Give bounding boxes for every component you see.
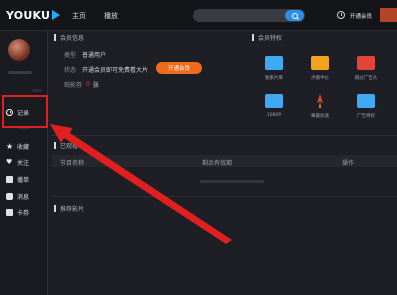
section-title-text: 已观看	[60, 143, 79, 150]
user-avatar-small[interactable]	[380, 8, 397, 22]
youku-logo[interactable]: YOUKU	[6, 8, 61, 22]
privilege-label: 跳过广告头	[354, 76, 378, 81]
watched-table-header: 节目名称 剩余有效期 操作	[52, 155, 397, 167]
search-icon	[291, 12, 298, 19]
sidebar-item-playlist[interactable]: 播单	[6, 174, 29, 184]
privileges-title: 会员特权	[252, 33, 282, 42]
privilege-label: 点播半价	[311, 76, 329, 81]
privilege-label: 广告特权	[357, 114, 375, 119]
sidebar-item-label: 收藏	[17, 143, 30, 151]
nav-home[interactable]: 主页	[72, 11, 86, 21]
column-header: 操作	[342, 160, 355, 167]
section-title-text: 推荐影片	[60, 206, 85, 213]
privilege-1080p[interactable]: 1080P	[254, 94, 294, 118]
search-input[interactable]	[193, 9, 305, 22]
privilege-skip-ad[interactable]: 跳过广告头	[346, 56, 386, 81]
coupon-row: 观影券 0 张	[64, 80, 99, 89]
sidebar-item-coupons[interactable]: 卡券	[6, 207, 29, 217]
table-row	[200, 180, 264, 183]
coupon-unit: 张	[92, 82, 99, 89]
privileges-panel: 会员特权 独家片库 点播半价 跳过广告头 1080P 專屬加速 广告特权	[250, 31, 397, 131]
sidebar-item-label: 消息	[17, 193, 30, 201]
section-title-text: 会员特权	[258, 35, 283, 42]
section-bar	[54, 205, 56, 212]
vip-clock-icon[interactable]	[337, 11, 345, 19]
privilege-ad[interactable]: 广告特权	[346, 94, 386, 119]
coupon-key: 观影券	[64, 82, 83, 89]
sidebar-item-label: 播单	[17, 176, 30, 184]
sidebar-item-favorites[interactable]: ★ 收藏	[6, 141, 29, 151]
section-bar	[54, 142, 56, 149]
member-info-title: 会员信息	[54, 33, 84, 42]
section-bar	[54, 34, 56, 41]
rocket-icon	[317, 94, 323, 108]
recommend-title: 推荐影片	[54, 204, 84, 213]
open-vip-button[interactable]: 开通会员	[156, 62, 202, 74]
member-info-panel: 会员信息 类型 普通用户 状态 开通会员即可免费看大片 开通会员 观影券 0 张	[52, 31, 248, 131]
logo-play-icon	[52, 10, 61, 20]
ad-icon	[357, 94, 375, 108]
privilege-acceleration[interactable]: 專屬加速	[300, 94, 340, 119]
divider	[52, 196, 397, 197]
divider	[52, 135, 397, 136]
sidebar-item-messages[interactable]: 消息	[6, 191, 29, 201]
sidebar-item-following[interactable]: ♥ 关注	[6, 157, 29, 167]
playlist-icon	[6, 175, 13, 183]
skip-ad-icon	[357, 56, 375, 70]
privilege-label: 1080P	[266, 113, 282, 118]
section-title-text: 会员信息	[60, 35, 85, 42]
member-status-value: 开通会员即可免费看大片	[82, 67, 149, 74]
member-type-key: 类型	[64, 52, 77, 59]
member-type-row: 类型 普通用户	[64, 50, 106, 59]
column-header: 节目名称	[60, 160, 85, 167]
hd-1080p-icon	[265, 94, 283, 108]
open-vip-link[interactable]: 开通会员	[350, 12, 372, 20]
privilege-film-library[interactable]: 独家片库	[254, 56, 294, 81]
top-bar: YOUKU 主页 播放 开通会员	[0, 0, 397, 31]
column-header: 剩余有效期	[202, 160, 233, 167]
highlight-box	[2, 95, 48, 128]
message-icon	[6, 192, 13, 200]
watched-title: 已观看	[54, 141, 78, 150]
nav-play[interactable]: 播放	[104, 11, 118, 21]
coupon-count: 0	[86, 81, 90, 88]
member-type-value: 普通用户	[82, 52, 107, 59]
star-icon: ★	[6, 141, 14, 151]
sidebar-item-label: 关注	[17, 159, 30, 167]
section-bar	[252, 34, 254, 41]
logo-text: YOUKU	[6, 8, 51, 22]
sidebar-item-label: 卡券	[17, 209, 30, 217]
username-blurred	[8, 71, 32, 74]
member-status-row: 状态 开通会员即可免费看大片	[64, 65, 148, 74]
half-price-icon	[311, 56, 329, 70]
search-button[interactable]	[285, 10, 304, 21]
heart-icon: ♥	[6, 157, 13, 166]
privilege-half-price[interactable]: 点播半价	[300, 56, 340, 81]
level-blurred	[32, 89, 42, 92]
member-status-key: 状态	[64, 67, 77, 74]
film-library-icon	[265, 56, 283, 70]
privilege-label: 專屬加速	[311, 114, 329, 119]
avatar[interactable]	[8, 39, 30, 61]
card-icon	[6, 208, 13, 216]
privilege-label: 独家片库	[265, 76, 283, 81]
